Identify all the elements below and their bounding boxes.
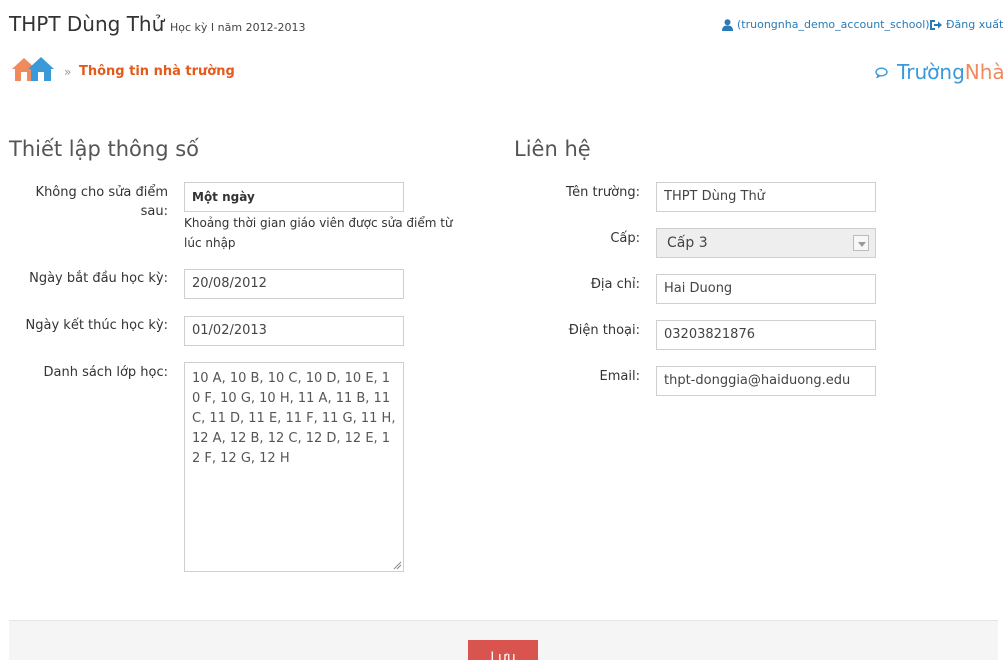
user-icon <box>722 18 733 31</box>
start-date-input[interactable]: 20/08/2012 <box>184 269 404 299</box>
brand-logo: Trường Nhà <box>875 60 1005 84</box>
logout-label: Đăng xuất <box>946 18 1004 31</box>
lock-period-select[interactable]: Một ngày <box>184 182 404 212</box>
address-input[interactable]: Hai Duong <box>656 274 876 304</box>
logout-icon <box>930 19 942 30</box>
phone-label: Điện thoại: <box>568 323 640 338</box>
save-button[interactable]: Lưu <box>468 640 538 660</box>
top-bar: THPT Dùng Thử Học kỳ I năm 2012-2013 (tr… <box>0 0 1007 52</box>
home-icon[interactable] <box>11 55 55 83</box>
logout-link[interactable]: Đăng xuất <box>929 18 1003 31</box>
brand-part-1: Trường <box>897 60 965 84</box>
end-date-label: Ngày kết thúc học kỳ: <box>25 318 168 333</box>
lock-help-text: Khoảng thời gian giáo viên được sửa điểm… <box>184 216 453 250</box>
term-label: Học kỳ I năm 2012-2013 <box>170 21 306 34</box>
chevron-down-icon[interactable] <box>853 235 869 251</box>
breadcrumb-current: Thông tin nhà trường <box>79 64 235 79</box>
end-date-input[interactable]: 01/02/2013 <box>184 316 404 346</box>
brand-part-2: Nhà <box>964 60 1005 84</box>
school-name-label: Tên trường: <box>566 185 640 200</box>
user-account-label: (truongnha_demo_account_school) <box>737 18 930 31</box>
school-name: THPT Dùng Thử <box>9 12 165 36</box>
address-label: Địa chỉ: <box>590 277 640 292</box>
level-select[interactable]: Cấp 3 <box>656 228 876 258</box>
phone-input[interactable]: 03203821876 <box>656 320 876 350</box>
email-label: Email: <box>599 369 640 384</box>
start-date-label: Ngày bắt đầu học kỳ: <box>29 271 168 286</box>
resize-handle-icon[interactable] <box>393 561 402 570</box>
chat-bubble-icon <box>875 67 888 78</box>
settings-title: Thiết lập thông số <box>9 137 200 161</box>
school-name-input[interactable]: THPT Dùng Thử <box>656 182 876 212</box>
classes-label: Danh sách lớp học: <box>43 365 168 380</box>
lock-label: Không cho sửa điểm sau: <box>35 185 168 219</box>
breadcrumb: » Thông tin nhà trường Trường Nhà <box>0 52 1007 92</box>
level-label: Cấp: <box>610 231 640 246</box>
classes-text: 10 A, 10 B, 10 C, 10 D, 10 E, 10 F, 10 G… <box>192 371 396 466</box>
breadcrumb-separator: » <box>64 65 72 79</box>
user-account-link[interactable]: (truongnha_demo_account_school) <box>722 18 930 31</box>
classes-textarea[interactable]: 10 A, 10 B, 10 C, 10 D, 10 E, 10 F, 10 G… <box>184 362 404 572</box>
contact-title: Liên hệ <box>514 137 591 161</box>
email-input[interactable]: thpt-donggia@haiduong.edu <box>656 366 876 396</box>
level-select-value: Cấp 3 <box>667 235 708 251</box>
